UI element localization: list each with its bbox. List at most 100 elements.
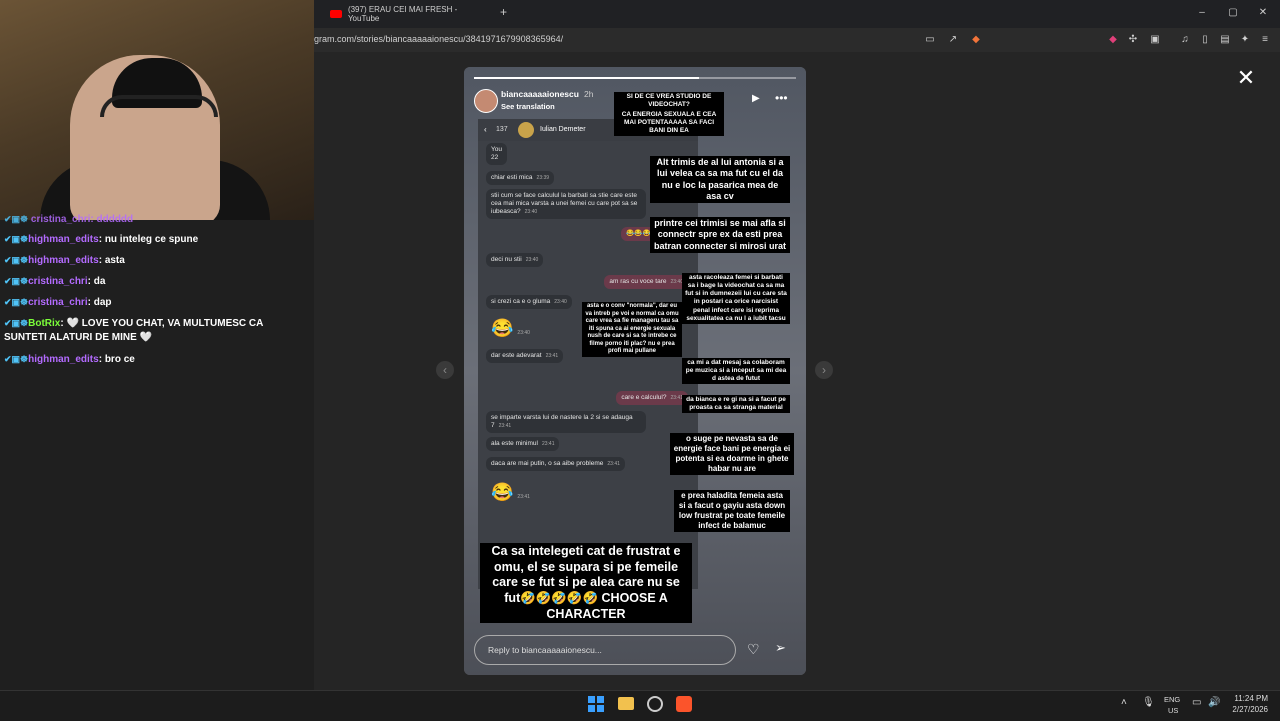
caption-9: o suge pe nevasta sa de energie face ban… — [670, 433, 794, 475]
chat-bubble: deci nu stii 23:40 — [486, 253, 544, 267]
chat-bubble: chiar esti mica 23:39 — [486, 171, 555, 185]
chat-bubble: care e calculul? 23:41 — [616, 391, 688, 405]
chat-line-partial: ✔▣☸ cristina_chri: dddddd — [4, 212, 304, 227]
back-count: 137 — [496, 126, 508, 133]
chat-bubble: ala este minimul 23:41 — [486, 437, 560, 451]
language-bottom[interactable]: US — [1168, 706, 1178, 715]
story-progress-bar — [474, 77, 796, 79]
tray-chevron-icon[interactable]: ˄ — [1121, 697, 1127, 708]
heart-icon[interactable]: ♡ — [747, 641, 760, 658]
chat-partial-text: cristina_chri: dddddd — [30, 214, 134, 225]
chat-message: ✔▣☸highman_edits: nu inteleg ce spune — [4, 234, 199, 245]
bubble-time: 23:41 — [545, 353, 559, 359]
bubble-text: ala este minimul — [491, 440, 538, 447]
close-icon[interactable]: ✕ — [1236, 67, 1256, 89]
url-text[interactable]: gram.com/stories/biancaaaaaionescu/38419… — [314, 34, 563, 44]
chat-username[interactable]: highman_edits — [28, 234, 99, 245]
caption-2: CA ENERGIA SEXUALA E CEA MAI POTENTAAAAA… — [614, 110, 724, 137]
caption-3: Alt trimis de al lui antonia si a lui ve… — [650, 156, 790, 203]
extension-icon[interactable]: ◆ — [1108, 35, 1118, 45]
puzzle-icon[interactable]: ✣ — [1128, 35, 1138, 45]
badge-icons: ✔▣☸ — [4, 297, 29, 307]
chat-text: dap — [93, 297, 112, 308]
caption-5: asta racoleaza femei si barbati sa i bag… — [682, 273, 790, 324]
chat-text: asta — [104, 255, 125, 266]
chat-bubble: si crezi ca e o gluma 23:40 — [486, 295, 572, 309]
file-explorer-icon[interactable] — [618, 697, 634, 710]
windows-start-icon[interactable] — [588, 696, 604, 712]
restore-icon[interactable]: ▢ — [1228, 8, 1238, 18]
brave-icon[interactable] — [676, 696, 692, 712]
send-icon[interactable]: ➢ — [775, 640, 786, 656]
share-icon[interactable]: ↗ — [948, 35, 958, 45]
chat-bubble: You 22 — [486, 143, 507, 165]
chat-bubble: 😂 23:40 — [486, 315, 535, 346]
more-icon[interactable]: ••• — [775, 91, 788, 105]
see-translation-link[interactable]: See translation — [501, 102, 555, 111]
chat-bubble: dar este adevarat 23:41 — [486, 349, 564, 363]
story-username[interactable]: biancaaaaaionescu — [501, 89, 579, 99]
contact-avatar — [518, 122, 534, 138]
badge-icons: ✔▣☸ — [4, 276, 29, 286]
avatar[interactable] — [474, 89, 498, 113]
caption-11: Ca sa intelegeti cat de frustrat e omu, … — [480, 543, 692, 624]
taskbar — [0, 690, 1280, 721]
wallet-icon[interactable]: ▣ — [1150, 35, 1160, 45]
chat-username[interactable]: highman_edits — [28, 255, 99, 266]
badge-icons: ✔▣☸ — [4, 255, 29, 265]
chat-username[interactable]: highman_edits — [28, 354, 99, 365]
brave-shield-icon[interactable]: ◆ — [971, 35, 981, 45]
chat-username[interactable]: cristina_chri — [28, 297, 87, 308]
browser-tab[interactable]: (397) ERAU CEI MAI FRESH - YouTube — [330, 4, 490, 24]
chat-bubble: am ras cu voce tare 23:40 — [604, 275, 688, 289]
caption-10: e prea haladita femeia asta si a facut o… — [674, 490, 790, 532]
chat-username[interactable]: BotRix — [28, 318, 60, 329]
mic-icon[interactable]: 🎙 — [1142, 697, 1155, 708]
story-card[interactable]: biancaaaaaionescu 2h See translation ▶ •… — [464, 67, 806, 675]
volume-icon[interactable]: 🔊 — [1208, 697, 1220, 708]
window-close-icon[interactable]: ✕ — [1258, 8, 1268, 18]
bubble-time: 23:41 — [541, 441, 555, 447]
webcam-overlay — [0, 0, 314, 220]
music-icon[interactable]: ♫ — [1180, 35, 1190, 45]
reply-placeholder[interactable]: Reply to biancaaaaaionescu... — [488, 645, 602, 655]
tabs-icon[interactable]: ▤ — [1220, 35, 1230, 45]
bubble-text: 😂 — [491, 318, 514, 338]
caption-1: SI DE CE VREA STUDIO DE VIDEOCHAT? — [614, 92, 724, 111]
new-tab-button[interactable]: + — [500, 5, 507, 19]
menu-icon[interactable]: ≡ — [1260, 35, 1270, 45]
play-icon[interactable]: ▶ — [752, 93, 760, 104]
minimize-icon[interactable]: – — [1197, 8, 1207, 18]
network-icon[interactable]: ▭ — [1192, 697, 1201, 708]
back-arrow-icon: ‹ — [484, 125, 487, 134]
story-progress-fill — [474, 77, 700, 79]
chat-bubble: daca are mai putin, o sa aibe probleme 23… — [486, 457, 625, 471]
bubble-text: chiar esti mica — [491, 174, 533, 181]
bubble-text: se imparte varsta lui de nastere la 2 si… — [491, 414, 633, 429]
obs-icon[interactable] — [647, 696, 663, 712]
language-top[interactable]: ENG — [1164, 695, 1180, 704]
chat-text: nu inteleg ce spune — [104, 234, 199, 245]
badge-icons: ✔▣☸ — [4, 234, 29, 244]
bubble-time: 23:40 — [525, 257, 539, 263]
bubble-text: si crezi ca e o gluma — [491, 298, 551, 305]
badge-icons: ✔▣☸ — [4, 318, 29, 328]
sidebar-icon[interactable]: ▯ — [1200, 35, 1210, 45]
clock-time[interactable]: 11:24 PM — [1230, 694, 1268, 703]
chat-username[interactable]: cristina_chri — [28, 276, 87, 287]
cast-icon[interactable]: ▭ — [925, 35, 935, 45]
chat-text: da — [93, 276, 106, 287]
previous-story-icon[interactable]: ‹ — [436, 361, 454, 379]
next-story-icon[interactable]: › — [815, 361, 833, 379]
bubble-text: am ras cu voce tare — [609, 278, 667, 285]
caption-7: ca mi a dat mesaj sa colaboram pe muzica… — [682, 358, 790, 385]
bubble-time: 23:39 — [536, 175, 550, 181]
bubble-text: deci nu stii — [491, 256, 522, 263]
bubble-text: 😂 — [491, 482, 514, 502]
caption-4: printre cei trimisi se mai afla si conne… — [650, 217, 790, 253]
caption-8: da bianca e re gi na si a facut pe proas… — [682, 395, 790, 414]
clock-date[interactable]: 2/27/2026 — [1226, 705, 1268, 714]
webcam-headset — [100, 95, 218, 117]
chat-message: ✔▣☸cristina_chri: dap — [4, 297, 112, 308]
leo-icon[interactable]: ✦ — [1240, 35, 1250, 45]
